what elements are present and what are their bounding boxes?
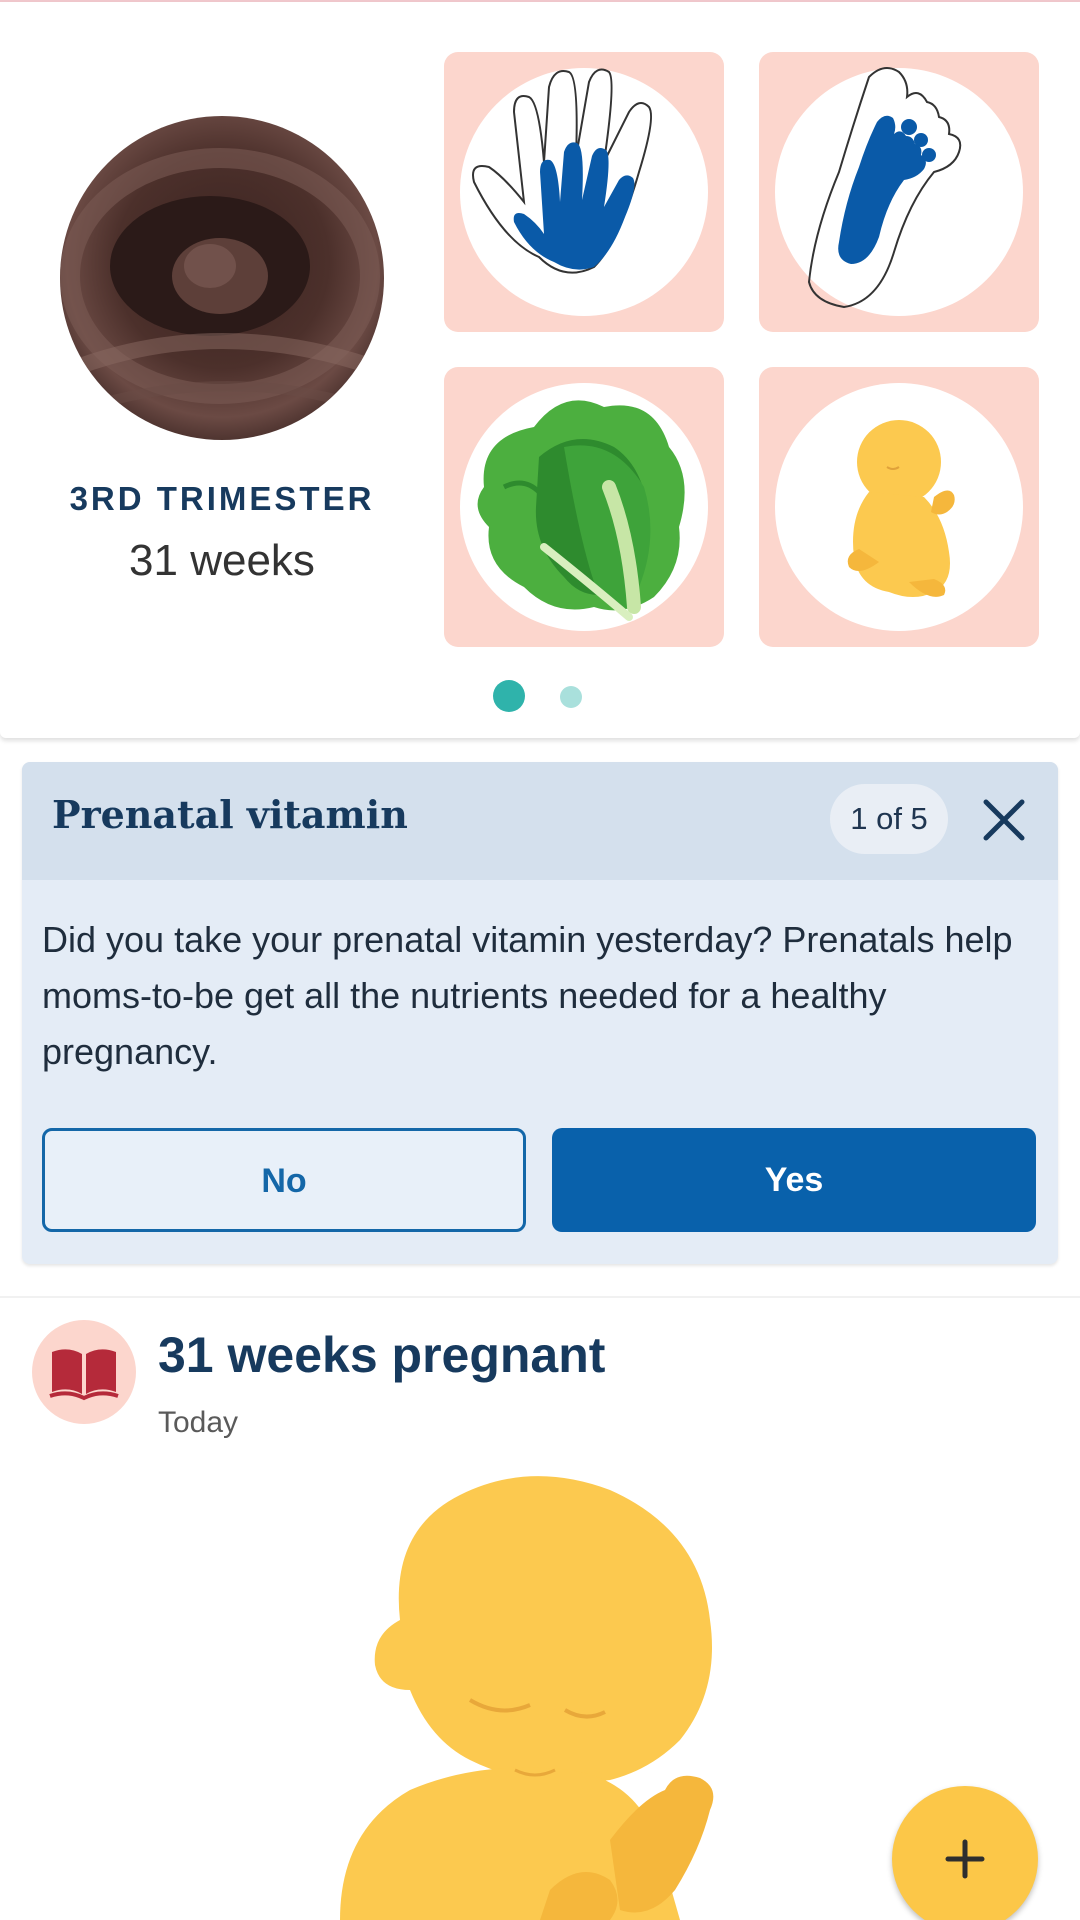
romaine-lettuce-icon bbox=[477, 400, 685, 621]
prenatal-vitamin-prompt-card: Prenatal vitamin 1 of 5 Did you take you… bbox=[22, 762, 1058, 1264]
ultrasound-image[interactable] bbox=[60, 116, 384, 440]
prompt-body-text: Did you take your prenatal vitamin yeste… bbox=[42, 919, 1013, 1072]
weeks-count: 31 weeks bbox=[129, 536, 315, 585]
prompt-title: Prenatal vitamin bbox=[52, 792, 408, 837]
baby-development-tile[interactable] bbox=[759, 367, 1039, 647]
prompt-pager-badge: 1 of 5 bbox=[830, 784, 948, 854]
close-button[interactable] bbox=[976, 792, 1032, 848]
foot-icon bbox=[807, 67, 962, 309]
foot-size-tile[interactable] bbox=[759, 52, 1039, 332]
size-comparison-tile[interactable] bbox=[444, 367, 724, 647]
article-badge bbox=[32, 1320, 136, 1424]
section-divider bbox=[0, 1296, 1080, 1298]
hand-icon bbox=[472, 68, 652, 274]
plus-icon bbox=[945, 1839, 985, 1879]
pregnancy-overview-card: 3RD TRIMESTER 31 weeks bbox=[0, 2, 1080, 738]
hand-size-tile[interactable] bbox=[444, 52, 724, 332]
trimester-label: 3RD TRIMESTER bbox=[69, 480, 375, 517]
fetus-icon bbox=[847, 420, 955, 597]
carousel-pager bbox=[0, 680, 1080, 712]
no-button[interactable]: No bbox=[42, 1128, 526, 1232]
prompt-header: Prenatal vitamin 1 of 5 bbox=[22, 762, 1058, 880]
book-icon bbox=[49, 1349, 119, 1401]
close-icon bbox=[983, 799, 1025, 841]
pager-dot-inactive[interactable] bbox=[560, 686, 582, 708]
add-fab-button[interactable] bbox=[892, 1786, 1038, 1920]
article-date: Today bbox=[158, 1406, 239, 1439]
pager-dot-active[interactable] bbox=[493, 680, 525, 712]
yes-button[interactable]: Yes bbox=[552, 1128, 1036, 1232]
article-title[interactable]: 31 weeks pregnant bbox=[158, 1326, 605, 1384]
baby-illustration bbox=[280, 1470, 840, 1920]
